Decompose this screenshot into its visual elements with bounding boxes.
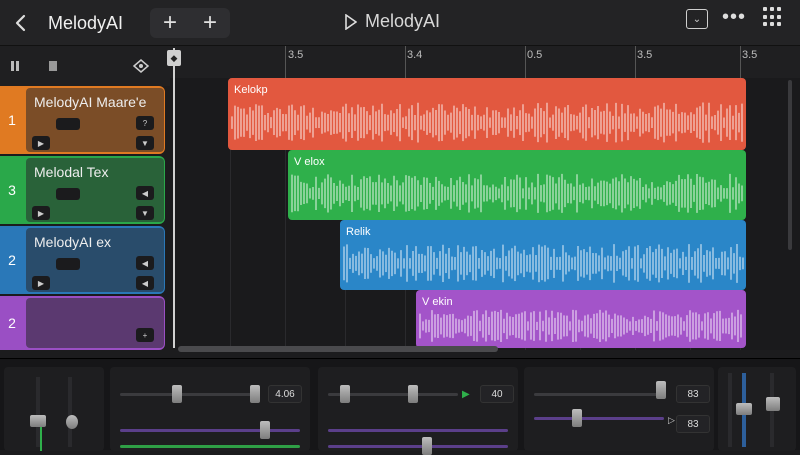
plus-icon[interactable]: + xyxy=(136,328,154,342)
add-button-group: + + xyxy=(150,8,230,38)
track-panel: + xyxy=(26,298,164,348)
waveform xyxy=(231,102,743,143)
volume-fader[interactable] xyxy=(250,385,260,403)
play-icon[interactable]: ▶ xyxy=(32,206,50,220)
track-name: MelodyAI Maare'e xyxy=(34,94,147,110)
play-icon[interactable]: ▶ xyxy=(462,389,470,400)
clip-label: V elox xyxy=(294,156,325,168)
ruler-label: 3.4 xyxy=(407,49,423,61)
more-dots-icon[interactable]: ••• xyxy=(722,6,746,29)
channel-strip: ▶ 40 xyxy=(318,367,518,455)
transport-title[interactable]: MelodyAI xyxy=(345,11,440,32)
ruler-label: 0.5 xyxy=(527,49,543,61)
record-icon[interactable] xyxy=(42,56,64,76)
clip-label: Kelokp xyxy=(234,84,268,96)
ruler-label: 3.5 xyxy=(288,49,304,61)
channel-strip: 4.06 xyxy=(110,367,310,451)
output-fader[interactable] xyxy=(736,403,752,415)
waveform xyxy=(419,309,742,343)
chevron-down-icon[interactable]: ▼ xyxy=(136,136,154,150)
value-display: 83 xyxy=(676,415,710,433)
volume-fader[interactable] xyxy=(340,385,350,403)
playhead[interactable] xyxy=(173,48,175,348)
playhead-handle[interactable]: ◆ xyxy=(167,50,181,66)
track-number: 2 xyxy=(8,315,16,331)
plus-icon: + xyxy=(162,9,177,36)
track-level-pill[interactable] xyxy=(56,118,80,130)
ruler-label: 3.5 xyxy=(742,49,758,61)
audio-clip[interactable]: V ekin xyxy=(416,290,746,348)
chevron-down-icon[interactable]: ◀ xyxy=(136,276,154,290)
ruler-label: 3.5 xyxy=(637,49,653,61)
chevron-left-icon[interactable] xyxy=(6,8,36,38)
vertical-scrollbar[interactable] xyxy=(788,80,792,250)
chevron-down-icon[interactable]: ▼ xyxy=(136,206,154,220)
track-name: MelodyAI ex xyxy=(34,234,112,250)
track-panel: MelodyAI ex ◀ ▶ ◀ xyxy=(26,228,164,292)
play-icon[interactable]: ▶ xyxy=(32,276,50,290)
track-controls-bar xyxy=(0,46,170,86)
info-icon[interactable]: ? xyxy=(136,116,154,130)
track-number: 3 xyxy=(8,182,16,198)
audio-clip[interactable]: Relik xyxy=(340,220,746,290)
send-fader[interactable] xyxy=(260,421,270,439)
play-icon[interactable] xyxy=(345,13,357,30)
speaker-icon[interactable]: ◀ xyxy=(136,186,154,200)
track-panel: Melodal Tex ◀ ▶ ▼ xyxy=(26,158,164,222)
master-strip xyxy=(4,367,104,451)
track-number: 1 xyxy=(8,112,16,128)
plus-icon: + xyxy=(202,9,217,36)
volume-fader[interactable] xyxy=(408,385,418,403)
waveform xyxy=(291,173,743,213)
track-level-pill[interactable] xyxy=(56,258,80,270)
clip-label: V ekin xyxy=(422,296,453,308)
grid-icon[interactable] xyxy=(763,7,783,27)
value-display: 4.06 xyxy=(268,385,302,403)
track-panel: MelodyAI Maare'e ? ▶ ▼ xyxy=(26,88,164,152)
project-title: MelodyAI xyxy=(365,11,441,31)
track-header[interactable]: 3 Melodal Tex ◀ ▶ ▼ xyxy=(0,156,165,224)
add-clip-button[interactable]: + xyxy=(190,8,230,38)
mixer-panel: 4.06 ▶ 40 83 ▷ 83 xyxy=(0,358,800,455)
track-name: Melodal Tex xyxy=(34,164,109,180)
waveform xyxy=(343,243,744,283)
volume-fader[interactable] xyxy=(172,385,182,403)
play-icon[interactable]: ▷ xyxy=(668,415,675,426)
play-icon[interactable]: ▶ xyxy=(32,136,50,150)
app-title: MelodyAI xyxy=(48,13,124,33)
audio-clip[interactable]: Kelokp xyxy=(228,78,746,150)
send-fader[interactable] xyxy=(422,437,432,455)
output-fader[interactable] xyxy=(766,397,780,411)
track-level-pill[interactable] xyxy=(56,188,80,200)
output-strip xyxy=(718,367,796,451)
pan-knob[interactable] xyxy=(66,415,78,429)
export-icon[interactable]: ⌄ xyxy=(686,9,708,29)
track-header[interactable]: 2 MelodyAI ex ◀ ▶ ◀ xyxy=(0,226,165,294)
loop-icon[interactable] xyxy=(130,56,152,76)
send-fader[interactable] xyxy=(572,409,582,427)
track-number: 2 xyxy=(8,252,16,268)
volume-fader[interactable] xyxy=(656,381,666,399)
audio-clip[interactable]: V elox xyxy=(288,150,746,220)
track-header[interactable]: 1 MelodyAI Maare'e ? ▶ ▼ xyxy=(0,86,165,154)
speaker-icon[interactable]: ◀ xyxy=(136,256,154,270)
master-fader[interactable] xyxy=(30,415,46,427)
timeline-ruler[interactable]: 3.5 3.4 0.5 3.5 3.5 xyxy=(170,46,800,78)
horizontal-scrollbar[interactable] xyxy=(178,346,498,352)
top-bar: MelodyAI + + MelodyAI ⌄ ••• xyxy=(0,0,800,46)
value-display: 40 xyxy=(480,385,514,403)
channel-strip: 83 ▷ 83 xyxy=(524,367,714,451)
value-display: 83 xyxy=(676,385,710,403)
add-track-button[interactable]: + xyxy=(150,8,190,38)
track-header[interactable]: 2 + xyxy=(0,296,165,350)
clip-label: Relik xyxy=(346,226,371,238)
fader-track xyxy=(534,393,664,396)
fader-track xyxy=(120,393,260,396)
pause-icon[interactable] xyxy=(4,56,26,76)
